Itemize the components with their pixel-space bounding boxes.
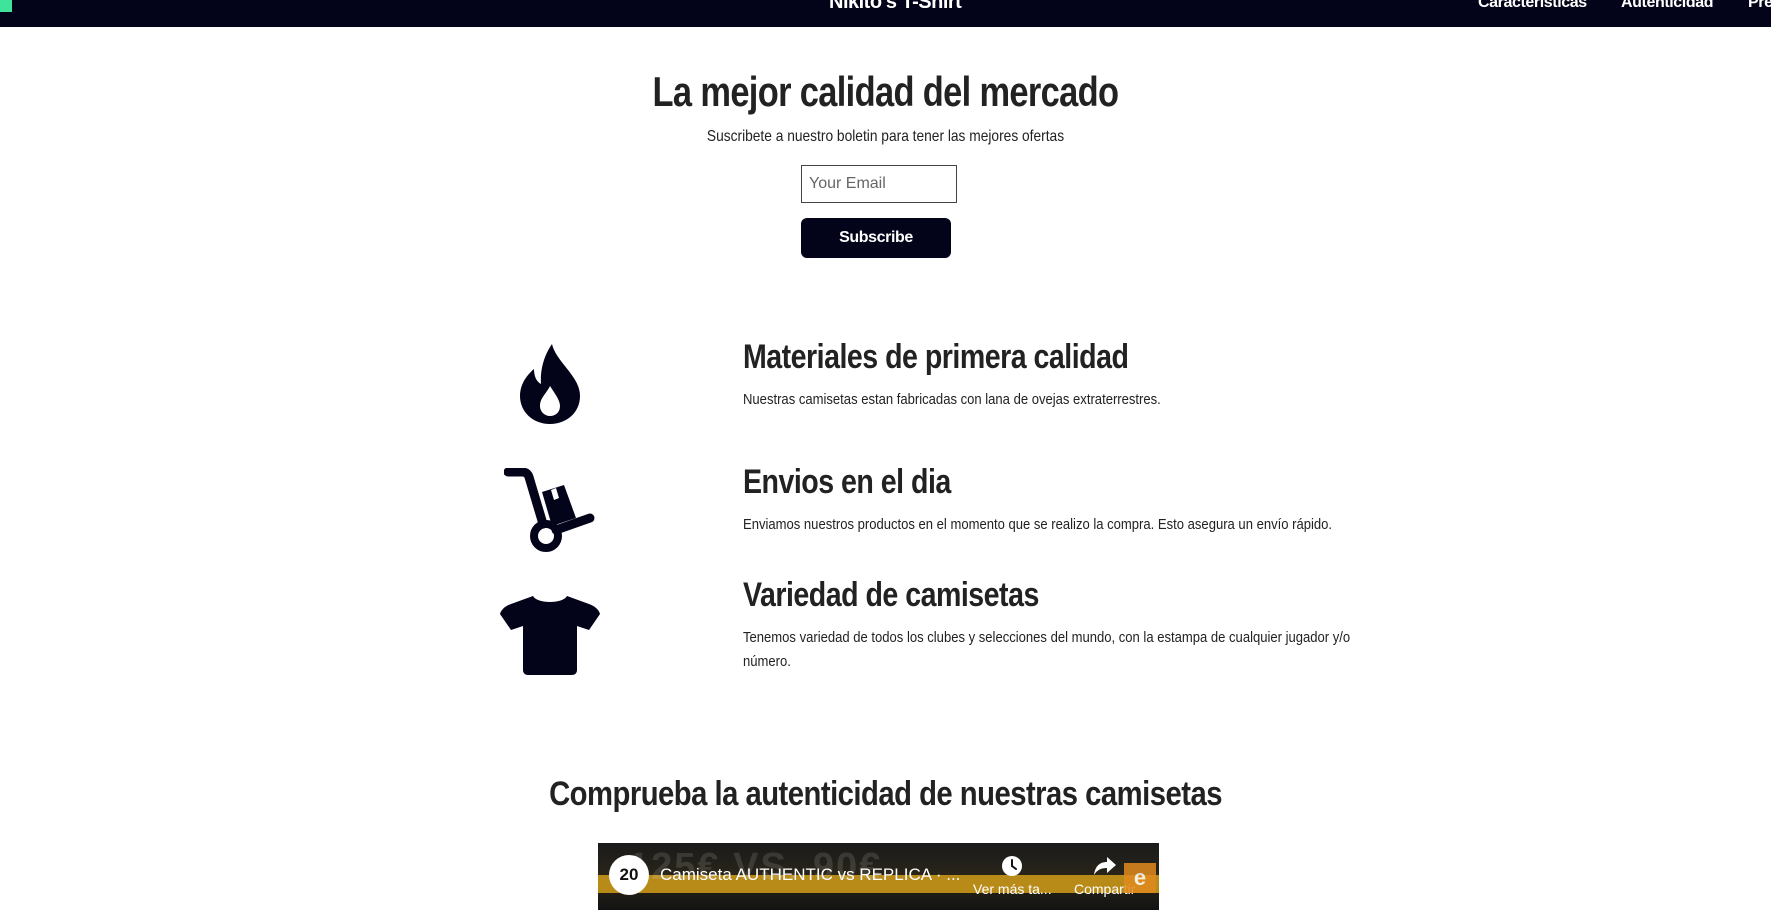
video-embed[interactable]: 125€ VS. 90€ 20 Camiseta AUTHENTIC vs RE… (598, 843, 1159, 910)
hero-subtitle: Suscribete a nuestro boletin para tener … (706, 128, 1065, 145)
feature-text-envios: Enviamos nuestros productos en el moment… (743, 516, 1333, 533)
video-title[interactable]: Camiseta AUTHENTIC vs REPLICA · ... (660, 865, 960, 885)
tshirt-icon (499, 594, 601, 676)
hero-title: La mejor calidad del mercado (652, 68, 1120, 115)
feature-title-variedad: Variedad de camisetas (743, 576, 1039, 614)
authenticity-title: Comprueba la autenticidad de nuestras ca… (549, 775, 1222, 813)
dolly-icon (504, 468, 596, 552)
watch-later-button[interactable]: Ver más ta... (973, 855, 1052, 897)
feature-title-materiales: Materiales de primera calidad (743, 338, 1129, 376)
feature-text-variedad-line1: Tenemos variedad de todos los clubes y s… (743, 629, 1351, 646)
channel-avatar[interactable]: 20 (609, 855, 649, 895)
nav-link-precios[interactable]: Pre (1748, 0, 1771, 12)
feature-text-variedad-line2: número. (743, 653, 791, 670)
nav-link-caracteristicas[interactable]: Caracteristicas (1478, 0, 1587, 12)
clock-icon (1002, 856, 1023, 876)
share-icon (1093, 857, 1116, 875)
nav-link-autenticidad[interactable]: Autenticidad (1621, 0, 1713, 12)
logo-mark[interactable] (0, 0, 12, 12)
fire-icon (518, 342, 582, 426)
email-input[interactable] (801, 165, 957, 203)
subscribe-button[interactable]: Subscribe (801, 218, 951, 258)
top-navbar: Nikito's T-Shirt Caracteristicas Autenti… (0, 0, 1771, 27)
brand-title[interactable]: Nikito's T-Shirt (829, 0, 962, 14)
feature-title-envios: Envios en el dia (743, 463, 951, 501)
feature-text-materiales: Nuestras camisetas estan fabricadas con … (743, 391, 1161, 408)
watch-later-label: Ver más ta... (973, 881, 1052, 897)
channel-watermark: e (1124, 863, 1156, 893)
